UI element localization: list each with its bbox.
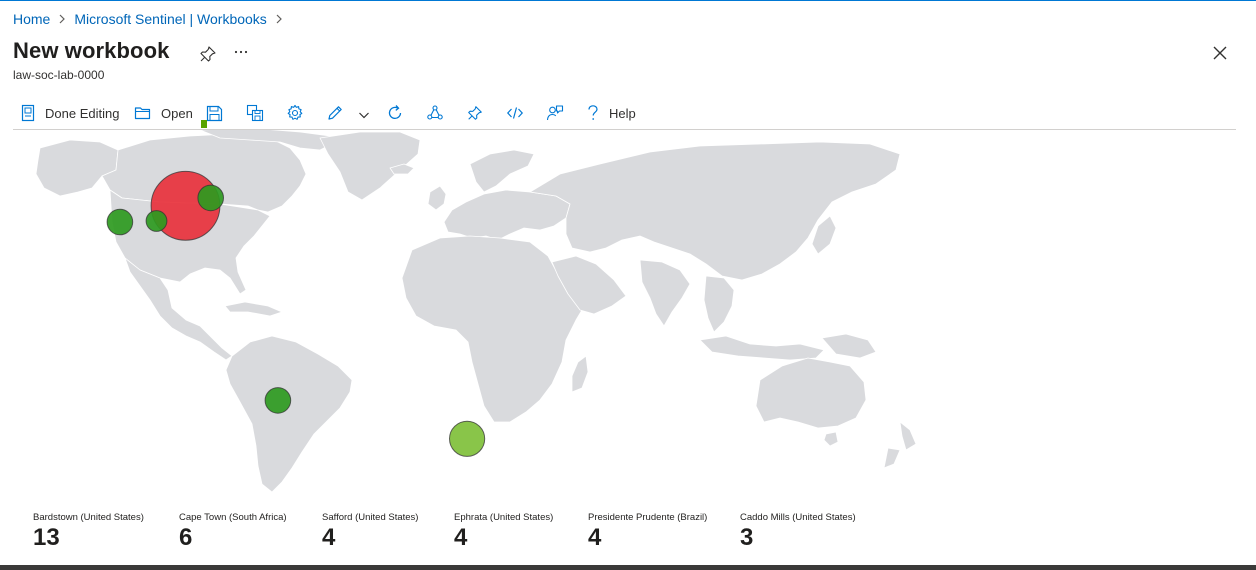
done-editing-icon bbox=[21, 104, 35, 122]
breadcrumb: Home Microsoft Sentinel | Workbooks bbox=[13, 11, 291, 27]
save-as-icon bbox=[246, 104, 264, 122]
land-australia bbox=[755, 357, 867, 429]
advanced-editor-button[interactable] bbox=[506, 101, 524, 125]
feedback-button[interactable] bbox=[546, 101, 564, 125]
refresh-button[interactable] bbox=[386, 101, 404, 125]
help-icon bbox=[588, 105, 598, 120]
land-scandinavia bbox=[469, 149, 535, 193]
save-icon bbox=[206, 105, 223, 121]
land-tasmania bbox=[823, 431, 839, 447]
refresh-icon bbox=[388, 105, 402, 119]
share-button[interactable] bbox=[426, 101, 444, 125]
tile-label: Caddo Mills (United States) bbox=[740, 512, 856, 523]
tile-label: Presidente Prudente (Brazil) bbox=[588, 512, 708, 523]
unsaved-indicator bbox=[201, 120, 207, 128]
feedback-icon bbox=[546, 105, 564, 121]
land-indonesia bbox=[699, 335, 825, 361]
settings-button[interactable] bbox=[286, 101, 304, 125]
tile-value: 3 bbox=[740, 524, 754, 551]
page-subtitle: law-soc-lab-0000 bbox=[13, 68, 105, 82]
gear-icon bbox=[287, 104, 303, 120]
tile-value: 4 bbox=[322, 524, 336, 551]
location-bubble[interactable]: Presidente Prudente (Brazil) bbox=[264, 387, 292, 414]
location-tile[interactable]: Presidente Prudente (Brazil) 4 bbox=[588, 512, 707, 551]
world-map[interactable]: Bardstown (United States)Cape Town (Sout… bbox=[0, 130, 1256, 510]
tile-value: 6 bbox=[179, 524, 193, 551]
save-button[interactable] bbox=[206, 101, 223, 125]
location-bubble[interactable]: Cape Town (South Africa) bbox=[449, 420, 486, 457]
tile-label: Cape Town (South Africa) bbox=[179, 512, 287, 523]
pin-toolbar-button[interactable] bbox=[466, 101, 484, 125]
save-as-button[interactable] bbox=[246, 101, 264, 125]
location-tile[interactable]: Ephrata (United States) 4 bbox=[454, 512, 553, 551]
pin-icon bbox=[200, 46, 216, 62]
chevron-right-icon bbox=[59, 14, 66, 24]
top-accent-line bbox=[0, 0, 1256, 1]
land-asia bbox=[529, 141, 901, 281]
page-title: New workbook bbox=[13, 38, 170, 63]
more-options-button[interactable] bbox=[230, 40, 252, 60]
bottom-bar bbox=[0, 565, 1256, 570]
edit-button[interactable] bbox=[326, 101, 344, 125]
land-new-guinea bbox=[821, 333, 877, 359]
location-bubble[interactable]: Ephrata (United States) bbox=[197, 184, 224, 212]
close-button[interactable] bbox=[1210, 43, 1230, 63]
more-icon bbox=[234, 50, 248, 54]
code-icon bbox=[506, 107, 524, 119]
tile-label: Bardstown (United States) bbox=[33, 512, 144, 523]
done-editing-button[interactable]: Done Editing bbox=[20, 101, 119, 125]
location-bubble[interactable]: Safford (United States) bbox=[106, 208, 134, 236]
land-uk bbox=[427, 185, 447, 211]
tile-value: 4 bbox=[454, 524, 468, 551]
location-tile[interactable]: Caddo Mills (United States) 3 bbox=[740, 512, 856, 551]
open-label: Open bbox=[161, 105, 193, 121]
tile-value: 4 bbox=[588, 524, 602, 551]
pin-button[interactable] bbox=[198, 44, 218, 64]
land-madagascar bbox=[571, 355, 589, 393]
pin-icon bbox=[468, 106, 482, 120]
share-icon bbox=[427, 105, 443, 120]
land-alaska bbox=[35, 139, 119, 197]
location-bubble[interactable]: Caddo Mills (United States) bbox=[145, 210, 168, 232]
edit-dropdown-button[interactable] bbox=[357, 103, 371, 127]
location-tile[interactable]: Safford (United States) 4 bbox=[322, 512, 418, 551]
map-visualization[interactable]: Bardstown (United States)Cape Town (Sout… bbox=[0, 130, 1256, 510]
workbook-toolbar: Done Editing Open Help bbox=[0, 100, 1256, 128]
pencil-icon bbox=[328, 106, 342, 120]
land-southeast-asia bbox=[703, 275, 735, 333]
land-caribbean bbox=[224, 301, 283, 317]
help-button[interactable]: Help bbox=[586, 101, 636, 125]
land-india bbox=[639, 259, 691, 327]
close-icon bbox=[1213, 46, 1227, 60]
done-editing-label: Done Editing bbox=[45, 105, 120, 121]
location-tile[interactable]: Bardstown (United States) 13 bbox=[33, 512, 144, 551]
folder-open-icon bbox=[134, 107, 151, 120]
chevron-down-icon bbox=[359, 112, 369, 119]
help-label: Help bbox=[609, 105, 636, 121]
chevron-right-icon bbox=[276, 14, 282, 24]
tile-label: Safford (United States) bbox=[322, 512, 419, 523]
breadcrumb-home-link[interactable]: Home bbox=[13, 11, 50, 27]
breadcrumb-workbooks-link[interactable]: Microsoft Sentinel | Workbooks bbox=[74, 11, 266, 27]
location-tile[interactable]: Cape Town (South Africa) 6 bbox=[179, 512, 287, 551]
open-button[interactable]: Open bbox=[134, 101, 193, 125]
land-europe bbox=[443, 189, 571, 241]
land-new-zealand bbox=[883, 421, 917, 469]
land-south-america bbox=[225, 335, 353, 493]
tile-value: 13 bbox=[33, 524, 60, 551]
tile-label: Ephrata (United States) bbox=[454, 512, 554, 523]
location-tiles: Bardstown (United States) 13 Cape Town (… bbox=[0, 512, 1256, 562]
